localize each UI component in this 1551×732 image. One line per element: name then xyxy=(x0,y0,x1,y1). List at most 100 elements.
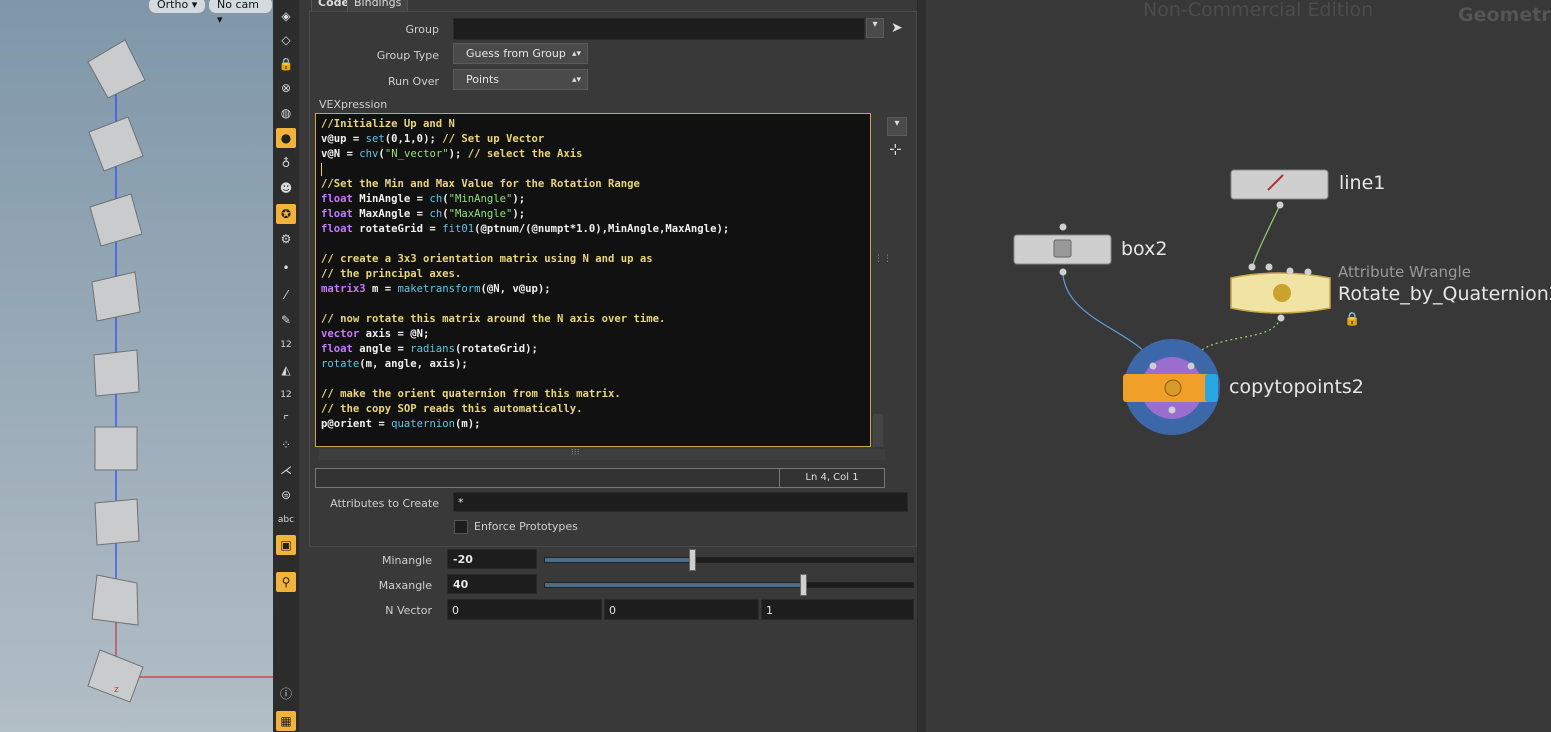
code-line: float MaxAngle = ch("MaxAngle"); xyxy=(321,207,865,222)
maxangle-slider-knob[interactable] xyxy=(799,574,807,596)
nvector-x-value: 0 xyxy=(452,604,459,617)
code-token: // create a 3x3 orientation matrix using… xyxy=(321,253,653,265)
attributes-value: * xyxy=(458,496,464,509)
box-instance xyxy=(94,426,138,471)
nvector-y-field[interactable]: 0 xyxy=(604,599,759,620)
group-dropdown-icon[interactable]: ▾ xyxy=(866,18,884,38)
copy-node-label[interactable]: copytopoints2 xyxy=(1229,376,1364,398)
line-node-label[interactable]: line1 xyxy=(1339,172,1385,194)
brush-icon[interactable]: ⁄ xyxy=(276,285,296,305)
code-token: // the principal axes. xyxy=(321,268,462,280)
minangle-field[interactable]: -20 xyxy=(447,549,537,569)
grid-icon[interactable]: ▦ xyxy=(276,711,296,731)
code-line: v@up = set(0,1,0); // Set up Vector xyxy=(321,132,865,147)
code-line: // the copy SOP reads this automatically… xyxy=(321,402,865,417)
tab-bindings-label: Bindings xyxy=(354,0,402,9)
code-token: p@orient = xyxy=(321,418,392,430)
group-field[interactable] xyxy=(453,18,865,40)
nvector-x-field[interactable]: 0 xyxy=(447,599,602,620)
code-token: "MaxAngle" xyxy=(448,208,513,220)
point-icon[interactable]: • xyxy=(276,258,296,278)
run-over-dropdown[interactable]: Points ▴▾ xyxy=(453,69,588,90)
text-icon[interactable]: abc xyxy=(276,510,296,530)
updown-icon: ▴▾ xyxy=(571,75,581,85)
maxangle-value: 40 xyxy=(453,578,469,591)
editor-menu-icon[interactable]: ▾ xyxy=(887,117,907,136)
view-icon[interactable]: ◈ xyxy=(276,6,296,26)
code-token: (@N, v@up); xyxy=(480,283,551,295)
code-token: //Initialize Up and N xyxy=(321,118,455,130)
editor-hscrollbar[interactable] xyxy=(319,449,885,460)
pose-icon[interactable]: ⚙ xyxy=(276,229,296,249)
vex-code-editor[interactable]: //Initialize Up and N v@up = set(0,1,0); … xyxy=(315,113,871,447)
code-line: //Set the Min and Max Value for the Rota… xyxy=(321,177,865,192)
display-icon[interactable]: ◍ xyxy=(276,103,296,123)
info-icon[interactable]: ⓘ xyxy=(276,684,296,704)
editor-scrollbar[interactable] xyxy=(873,414,883,447)
circle-icon[interactable]: ⊜ xyxy=(276,485,296,505)
minangle-slider[interactable] xyxy=(544,549,914,571)
group-type-dropdown[interactable]: Guess from Group ▴▾ xyxy=(453,43,588,64)
viewport-geometry: z xyxy=(87,39,273,703)
image-icon[interactable]: ▣ xyxy=(276,535,296,555)
normals-icon[interactable]: ⋌ xyxy=(276,460,296,480)
input-connector xyxy=(1187,362,1195,370)
minangle-slider-knob[interactable] xyxy=(689,549,697,571)
cursor-position: Ln 4, Col 1 xyxy=(779,469,884,487)
maxangle-slider[interactable] xyxy=(544,574,914,596)
paint-icon[interactable]: ◭ xyxy=(276,360,296,380)
box-node-label[interactable]: box2 xyxy=(1121,238,1167,260)
code-token: ); xyxy=(512,208,526,220)
ghost-icon[interactable]: ✪ xyxy=(276,204,296,224)
code-token: set xyxy=(365,133,385,145)
select-icon[interactable]: ◇ xyxy=(276,30,296,50)
corner-icon[interactable]: ⌜ xyxy=(276,410,296,430)
run-over-value: Points xyxy=(466,73,500,86)
network-editor[interactable]: Non-Commercial Edition Geometr 🔒 line1 b… xyxy=(918,0,1551,732)
code-line: rotate(m, angle, axis); xyxy=(321,357,865,372)
code-token: ); xyxy=(448,148,468,160)
code-line: p@orient = quaternion(m); xyxy=(321,417,865,432)
arrow-select-icon[interactable]: ➤ xyxy=(891,20,903,36)
nvector-z-field[interactable]: 1 xyxy=(761,599,914,620)
code-token: m = xyxy=(365,283,398,295)
attributes-field[interactable]: * xyxy=(453,492,908,512)
attributes-label: Attributes to Create xyxy=(330,497,439,510)
handle-icon[interactable]: ⊗ xyxy=(276,78,296,98)
code-token: MinAngle = xyxy=(352,193,430,205)
wrangle-type-label: Attribute Wrangle xyxy=(1338,263,1471,281)
resize-grip-icon[interactable]: ⋮⋮ xyxy=(874,254,892,264)
enforce-checkbox[interactable] xyxy=(454,520,468,534)
pin-icon[interactable]: ⚲ xyxy=(276,572,296,592)
code-token: float xyxy=(321,208,353,220)
skull-icon[interactable]: ☻ xyxy=(276,178,296,198)
box-node-icon xyxy=(1053,239,1072,258)
wrangle-node-label[interactable]: Rotate_by_Quaternion2 xyxy=(1338,283,1551,305)
code-token: ch xyxy=(429,208,443,220)
maxangle-label: Maxangle xyxy=(378,579,432,592)
updown-icon: ▴▾ xyxy=(571,49,581,59)
numbers2-label: 12 xyxy=(280,390,292,400)
numbers2-icon[interactable]: 12 xyxy=(276,385,296,405)
light-icon[interactable]: ● xyxy=(276,128,296,148)
code-line: // the principal axes. xyxy=(321,267,865,282)
input-connector xyxy=(1304,268,1312,276)
maxangle-field[interactable]: 40 xyxy=(447,574,537,594)
code-token: maketransform xyxy=(397,283,481,295)
add-snippet-icon[interactable]: ⊹ xyxy=(889,140,902,158)
code-token: (m); xyxy=(454,418,481,430)
code-line: //Initialize Up and N xyxy=(321,117,865,132)
code-line: matrix3 m = maketransform(@N, v@up); xyxy=(321,282,865,297)
bulb-icon[interactable]: ♁ xyxy=(276,153,296,173)
code-token: quaternion xyxy=(391,418,455,430)
code-line: // now rotate this matrix around the N a… xyxy=(321,312,865,327)
resize-grip-icon[interactable]: ⁝⁝⁝ xyxy=(571,448,580,458)
numbers-icon[interactable]: 12 xyxy=(276,335,296,355)
scene-viewport[interactable]: Ortho ▾ No cam ▾ z xyxy=(0,0,273,732)
snap-icon[interactable]: ⁘ xyxy=(276,435,296,455)
pen-icon[interactable]: ✎ xyxy=(276,310,296,330)
lock-icon[interactable]: 🔒 xyxy=(276,54,296,74)
axis-label: z xyxy=(114,685,119,695)
